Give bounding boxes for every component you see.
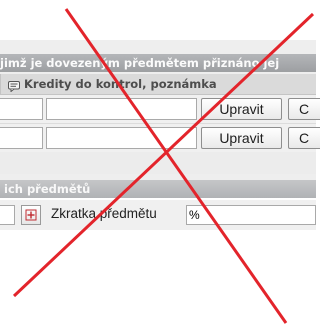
row-input-left[interactable] — [0, 127, 43, 149]
column-header-row: Kredity do kontrol, poznámka — [0, 74, 316, 95]
column-divider — [0, 74, 1, 94]
toggle-filter-button[interactable] — [21, 205, 41, 225]
row-input-note[interactable] — [46, 98, 197, 120]
section-header-bar: ich předmětů — [0, 180, 316, 198]
filter-input-left[interactable] — [0, 205, 15, 225]
table-header-title: jimž je dovezeným předmětem přiznáno jej — [0, 56, 280, 70]
table-row: Upravit C — [0, 124, 320, 153]
row-input-left[interactable] — [0, 98, 43, 120]
table-header-bar: jimž je dovezeným předmětem přiznáno jej — [0, 54, 316, 72]
column-header-credits: Kredity do kontrol, poznámka — [24, 77, 217, 91]
edit-button[interactable]: Upravit — [201, 127, 282, 149]
row-action-button[interactable]: C — [288, 98, 320, 120]
note-icon — [8, 78, 20, 93]
section-header-title: ich předmětů — [4, 182, 91, 196]
table-row: Upravit C — [0, 95, 320, 124]
row-input-note[interactable] — [46, 127, 197, 149]
row-spacer — [0, 152, 316, 174]
row-action-button[interactable]: C — [288, 127, 320, 149]
filter-label: Zkratka předmětu — [51, 206, 157, 221]
subject-code-input[interactable]: % — [186, 205, 316, 225]
crosshair-icon — [25, 209, 37, 221]
edit-button[interactable]: Upravit — [201, 98, 282, 120]
